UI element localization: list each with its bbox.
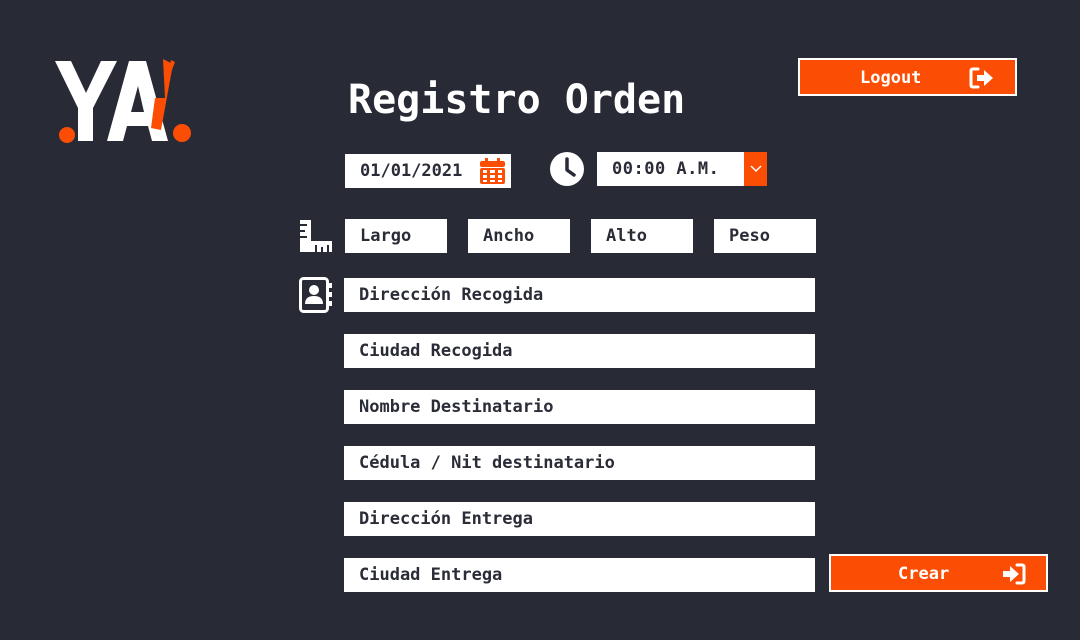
ya-logo-graphic (55, 59, 191, 143)
direccion-entrega-input[interactable] (344, 502, 815, 536)
ciudad-entrega-input[interactable] (344, 558, 815, 592)
ciudad-recogida-input[interactable] (344, 334, 815, 368)
crear-label: Crear (898, 564, 950, 584)
sign-out-icon (969, 66, 995, 90)
nombre-destinatario-input[interactable] (344, 390, 815, 424)
alto-input[interactable] (591, 219, 693, 253)
ancho-input[interactable] (468, 219, 570, 253)
calendar-icon[interactable] (480, 158, 505, 184)
ruler-icon (298, 218, 334, 254)
clock-icon (549, 151, 585, 187)
date-field[interactable]: 01/01/2021 (345, 154, 511, 188)
logout-button[interactable]: Logout (798, 58, 1017, 96)
direccion-recogida-input[interactable] (344, 278, 815, 312)
sign-in-icon (1001, 562, 1027, 586)
ya-logo (55, 58, 195, 150)
page-title: Registro Orden (348, 77, 686, 123)
cedula-nit-input[interactable] (344, 446, 815, 480)
logout-label: Logout (860, 68, 922, 88)
peso-input[interactable] (714, 219, 816, 253)
time-value: 00:00 A.M. (612, 159, 720, 179)
crear-button[interactable]: Crear (829, 554, 1048, 592)
registro-orden-page: Registro Orden Logout 01/01/2021 00:00 A… (0, 0, 1080, 640)
date-value: 01/01/2021 (360, 161, 463, 181)
contact-book-icon (298, 277, 334, 313)
time-select[interactable]: 00:00 A.M. (597, 152, 767, 186)
largo-input[interactable] (345, 219, 447, 253)
chevron-down-icon[interactable] (744, 152, 767, 186)
